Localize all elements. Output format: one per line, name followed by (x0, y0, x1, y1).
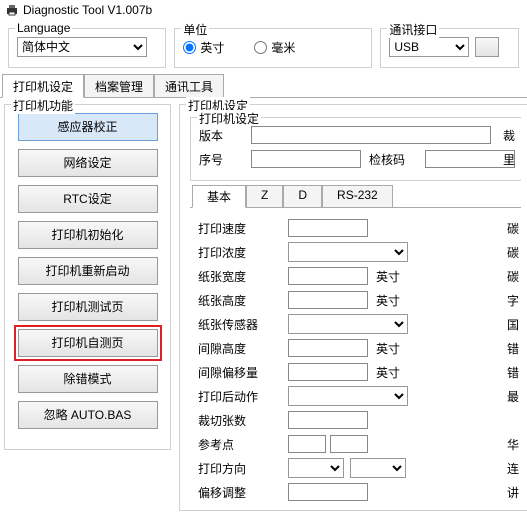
fn-selftest-button[interactable]: 打印机自测页 (18, 329, 158, 357)
sensor-select[interactable] (288, 314, 408, 334)
printer-setup-outer: 打印机设定 打印机设定 版本 裁 序号 检核码 里 基本 Z (179, 104, 527, 511)
fn-rtc-button[interactable]: RTC设定 (18, 185, 158, 213)
cut-field[interactable] (288, 411, 368, 429)
tab-file-mgmt[interactable]: 档案管理 (84, 74, 154, 97)
subtab-rs232[interactable]: RS-232 (322, 185, 393, 207)
height-field[interactable] (288, 291, 368, 309)
fn-testpage-button[interactable]: 打印机测试页 (18, 293, 158, 321)
tab-printer-setup[interactable]: 打印机设定 (2, 74, 84, 98)
language-legend: Language (15, 21, 72, 35)
gap-field[interactable] (288, 339, 368, 357)
subtab-d[interactable]: D (283, 185, 322, 207)
unit-group: 单位 英寸 毫米 (174, 28, 372, 68)
fn-debug-button[interactable]: 除错模式 (18, 365, 158, 393)
tab-comm-tool[interactable]: 通讯工具 (154, 74, 224, 97)
fn-sensor-calib-button[interactable]: 感应器校正 (18, 113, 158, 141)
fn-init-button[interactable]: 打印机初始化 (18, 221, 158, 249)
language-group: Language 简体中文 (8, 28, 166, 68)
shift-field[interactable] (288, 483, 368, 501)
comm-select[interactable]: USB (389, 37, 469, 57)
main-tabs: 打印机设定 档案管理 通讯工具 (0, 74, 527, 98)
unit-mm-radio[interactable]: 毫米 (254, 39, 295, 56)
mirror-select[interactable] (350, 458, 406, 478)
fn-ignore-autobas-button[interactable]: 忽略 AUTO.BAS (18, 401, 158, 429)
version-label: 版本 (199, 127, 251, 144)
window-title: Diagnostic Tool V1.007b (23, 3, 152, 17)
printer-setup-inner: 打印机设定 版本 裁 序号 检核码 里 (190, 117, 521, 181)
ref-x-field[interactable] (288, 435, 326, 453)
unit-legend: 单位 (181, 21, 209, 38)
comm-setup-button[interactable] (475, 37, 499, 57)
fn-restart-button[interactable]: 打印机重新启动 (18, 257, 158, 285)
subtab-z[interactable]: Z (246, 185, 283, 207)
printer-function-group: 打印机功能 感应器校正 网络设定 RTC设定 打印机初始化 打印机重新启动 打印… (4, 104, 171, 450)
check-label: 检核码 (369, 151, 421, 168)
density-select[interactable] (288, 242, 408, 262)
language-select[interactable]: 简体中文 (17, 37, 147, 57)
param-tabs: 基本 Z D RS-232 (190, 185, 521, 208)
comm-legend: 通讯接口 (387, 21, 439, 38)
version-field[interactable] (251, 126, 491, 144)
subtab-basic[interactable]: 基本 (192, 185, 246, 208)
gapoffset-field[interactable] (288, 363, 368, 381)
serial-field[interactable] (251, 150, 361, 168)
fn-network-button[interactable]: 网络设定 (18, 149, 158, 177)
dir-select[interactable] (288, 458, 344, 478)
width-field[interactable] (288, 267, 368, 285)
printer-icon (5, 3, 19, 17)
ref-y-field[interactable] (330, 435, 368, 453)
postact-select[interactable] (288, 386, 408, 406)
comm-group: 通讯接口 USB (380, 28, 519, 68)
unit-inch-radio[interactable]: 英寸 (183, 39, 224, 56)
check-field[interactable] (425, 150, 515, 168)
speed-field[interactable] (288, 219, 368, 237)
serial-label: 序号 (199, 151, 251, 168)
